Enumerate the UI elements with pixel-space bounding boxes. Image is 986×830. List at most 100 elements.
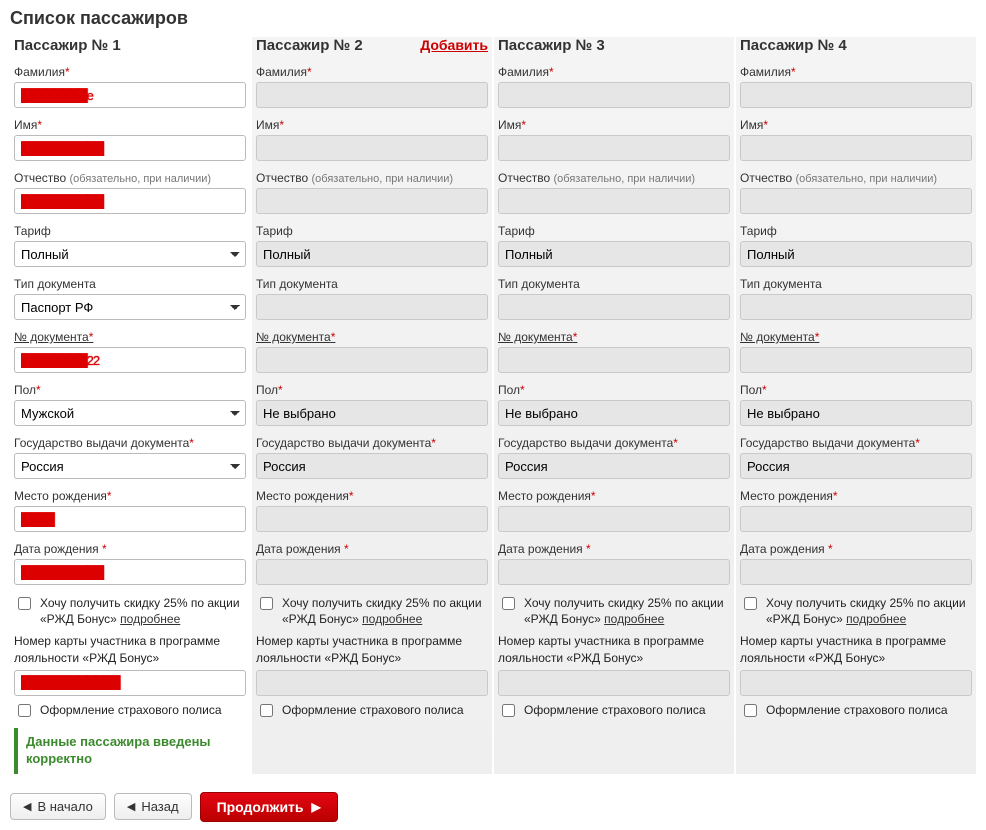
nav-back-button[interactable]: ◀ Назад: [114, 793, 192, 820]
insurance-checkbox[interactable]: [18, 704, 31, 717]
middle-name-input[interactable]: [14, 188, 246, 214]
doc-type-label: Тип документа: [740, 277, 972, 291]
valid-message: Данные пассажира введены корректно: [14, 728, 246, 774]
nav-start-button[interactable]: ◀ В начало: [10, 793, 106, 820]
middle-name-input[interactable]: [256, 188, 488, 214]
gender-label: Пол*: [740, 383, 972, 397]
doc-type-label: Тип документа: [256, 277, 488, 291]
doc-type-select[interactable]: [256, 294, 488, 320]
bonus-discount-checkbox[interactable]: [502, 597, 515, 610]
bonus-discount-checkbox[interactable]: [744, 597, 757, 610]
birth-place-input[interactable]: [498, 506, 730, 532]
insurance-label: Оформление страхового полиса: [282, 702, 464, 718]
insurance-label: Оформление страхового полиса: [766, 702, 948, 718]
doc-type-label: Тип документа: [498, 277, 730, 291]
bonus-card-label: Номер карты участника в программе лояльн…: [498, 633, 730, 665]
issue-country-select[interactable]: Россия: [498, 453, 730, 479]
birth-date-input[interactable]: [498, 559, 730, 585]
middle-name-input[interactable]: [740, 188, 972, 214]
birth-date-label: Дата рождения *: [498, 542, 730, 556]
middle-name-label: Отчество (обязательно, при наличии): [740, 171, 972, 185]
doc-num-input[interactable]: [740, 347, 972, 373]
tariff-label: Тариф: [14, 224, 246, 238]
last-name-input[interactable]: [740, 82, 972, 108]
passenger-title: Пассажир № 4: [740, 37, 847, 54]
birth-place-label: Место рождения*: [14, 489, 246, 503]
doc-type-select[interactable]: Паспорт РФ: [14, 294, 246, 320]
gender-select[interactable]: Не выбрано: [740, 400, 972, 426]
tariff-select[interactable]: Полный: [498, 241, 730, 267]
birth-date-label: Дата рождения *: [14, 542, 246, 556]
issue-country-select[interactable]: Россия: [256, 453, 488, 479]
issue-country-select[interactable]: Россия: [14, 453, 246, 479]
passenger-column-1: Пассажир № 1Фамилия*Имя*Отчество (обязат…: [10, 37, 250, 774]
bonus-more-link[interactable]: подробнее: [362, 612, 422, 626]
bonus-card-input[interactable]: [740, 670, 972, 696]
birth-place-input[interactable]: [256, 506, 488, 532]
bonus-discount-label: Хочу получить скидку 25% по акции «РЖД Б…: [282, 595, 488, 627]
first-name-input[interactable]: [498, 135, 730, 161]
birth-date-label: Дата рождения *: [256, 542, 488, 556]
issue-country-label: Государство выдачи документа*: [256, 436, 488, 450]
issue-country-select[interactable]: Россия: [740, 453, 972, 479]
gender-select[interactable]: Не выбрано: [498, 400, 730, 426]
nav-bar: ◀ В начало ◀ Назад Продолжить ▶: [10, 792, 976, 822]
gender-label: Пол*: [498, 383, 730, 397]
middle-name-label: Отчество (обязательно, при наличии): [14, 171, 246, 185]
bonus-card-label: Номер карты участника в программе лояльн…: [740, 633, 972, 665]
bonus-discount-label: Хочу получить скидку 25% по акции «РЖД Б…: [524, 595, 730, 627]
nav-continue-button[interactable]: Продолжить ▶: [200, 792, 338, 822]
tariff-select[interactable]: Полный: [256, 241, 488, 267]
doc-type-select[interactable]: [498, 294, 730, 320]
insurance-checkbox[interactable]: [260, 704, 273, 717]
bonus-more-link[interactable]: подробнее: [120, 612, 180, 626]
nav-back-label: Назад: [141, 799, 178, 814]
last-name-label: Фамилия*: [740, 65, 972, 79]
first-name-input[interactable]: [14, 135, 246, 161]
last-name-input[interactable]: [256, 82, 488, 108]
issue-country-label: Государство выдачи документа*: [14, 436, 246, 450]
bonus-more-link[interactable]: подробнее: [604, 612, 664, 626]
doc-num-input[interactable]: [14, 347, 246, 373]
issue-country-label: Государство выдачи документа*: [498, 436, 730, 450]
middle-name-input[interactable]: [498, 188, 730, 214]
add-passenger-link[interactable]: Добавить: [420, 37, 488, 53]
tariff-label: Тариф: [256, 224, 488, 238]
bonus-discount-checkbox[interactable]: [18, 597, 31, 610]
doc-num-input[interactable]: [498, 347, 730, 373]
bonus-card-input[interactable]: [256, 670, 488, 696]
bonus-discount-label: Хочу получить скидку 25% по акции «РЖД Б…: [40, 595, 246, 627]
insurance-checkbox[interactable]: [502, 704, 515, 717]
tariff-select[interactable]: Полный: [14, 241, 246, 267]
birth-date-input[interactable]: [740, 559, 972, 585]
doc-num-label: № документа*: [14, 330, 246, 344]
bonus-discount-checkbox[interactable]: [260, 597, 273, 610]
insurance-checkbox[interactable]: [744, 704, 757, 717]
doc-num-label: № документа*: [740, 330, 972, 344]
nav-continue-label: Продолжить: [217, 799, 304, 815]
doc-type-select[interactable]: [740, 294, 972, 320]
tariff-select[interactable]: Полный: [740, 241, 972, 267]
first-name-input[interactable]: [740, 135, 972, 161]
birth-place-input[interactable]: [14, 506, 246, 532]
last-name-label: Фамилия*: [498, 65, 730, 79]
first-name-input[interactable]: [256, 135, 488, 161]
birth-date-input[interactable]: [14, 559, 246, 585]
tariff-label: Тариф: [498, 224, 730, 238]
last-name-input[interactable]: [14, 82, 246, 108]
nav-start-label: В начало: [37, 799, 92, 814]
birth-place-label: Место рождения*: [498, 489, 730, 503]
birth-date-input[interactable]: [256, 559, 488, 585]
doc-num-input[interactable]: [256, 347, 488, 373]
last-name-input[interactable]: [498, 82, 730, 108]
birth-place-input[interactable]: [740, 506, 972, 532]
gender-select[interactable]: Не выбрано: [256, 400, 488, 426]
first-name-label: Имя*: [14, 118, 246, 132]
bonus-card-input[interactable]: [14, 670, 246, 696]
gender-select[interactable]: Мужской: [14, 400, 246, 426]
bonus-card-input[interactable]: [498, 670, 730, 696]
passenger-column-2: Пассажир № 2ДобавитьФамилия*Имя*Отчество…: [252, 37, 492, 774]
last-name-label: Фамилия*: [14, 65, 246, 79]
bonus-more-link[interactable]: подробнее: [846, 612, 906, 626]
first-name-label: Имя*: [256, 118, 488, 132]
